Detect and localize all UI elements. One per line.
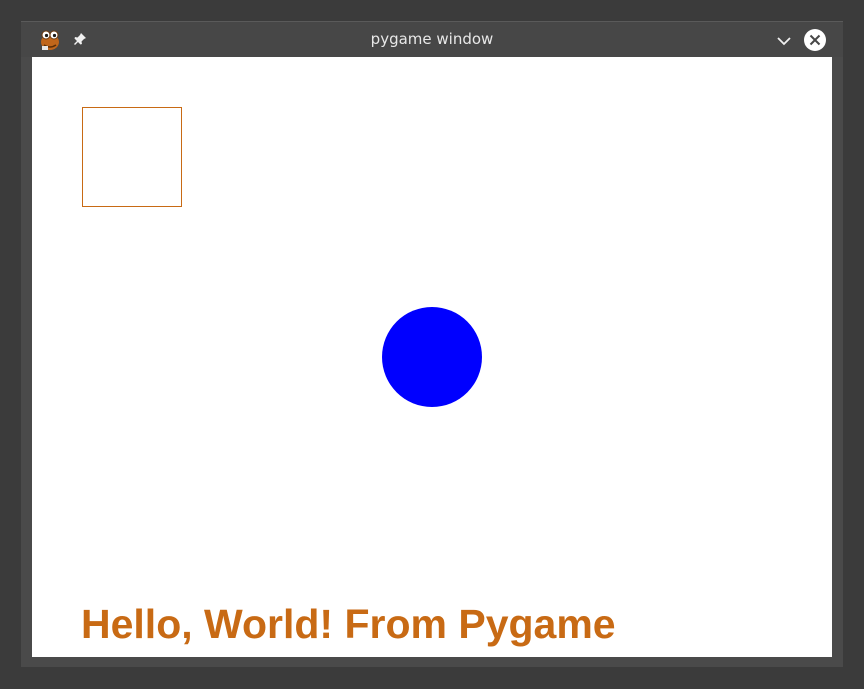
window-title: pygame window	[370, 30, 494, 48]
close-icon[interactable]	[803, 28, 827, 52]
outlined-square	[82, 107, 182, 207]
pygame-window: pygame window Hello, World! From Pygame	[21, 21, 843, 667]
window-titlebar[interactable]: pygame window	[21, 21, 843, 57]
blue-circle	[382, 307, 482, 407]
hello-world-text: Hello, World! From Pygame	[81, 601, 616, 647]
chevron-down-icon[interactable]	[775, 32, 793, 50]
game-canvas[interactable]: Hello, World! From Pygame	[32, 57, 832, 657]
